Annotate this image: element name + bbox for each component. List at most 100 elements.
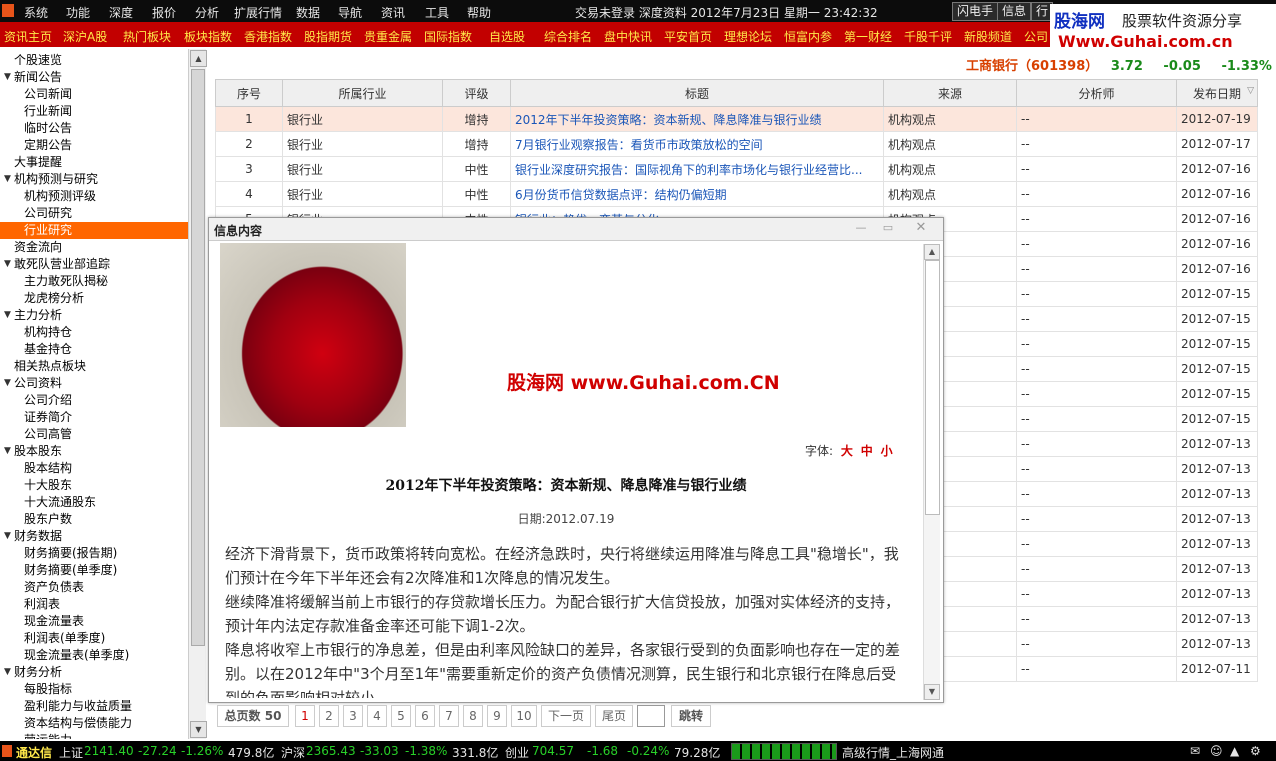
col-title[interactable]: 标题 bbox=[510, 79, 884, 107]
sidebar-item[interactable]: 股本结构 bbox=[0, 460, 188, 477]
expand-toggle-icon[interactable]: ▼ bbox=[4, 443, 11, 460]
sidebar-item[interactable]: 基金持仓 bbox=[0, 341, 188, 358]
nav-company[interactable]: 公司 bbox=[1024, 28, 1048, 45]
nav-a-shares[interactable]: 深沪A股 bbox=[63, 28, 107, 45]
page-5-button[interactable]: 5 bbox=[391, 705, 411, 727]
page-7-button[interactable]: 7 bbox=[439, 705, 459, 727]
menu-extended-quotes[interactable]: 扩展行情 bbox=[234, 4, 282, 21]
sidebar-item[interactable]: 公司研究 bbox=[0, 205, 188, 222]
sidebar-item[interactable]: 现金流量表 bbox=[0, 613, 188, 630]
menu-navigate[interactable]: 导航 bbox=[338, 4, 362, 21]
close-icon[interactable]: ✕ bbox=[912, 221, 930, 235]
nav-ipo[interactable]: 新股频道 bbox=[964, 28, 1012, 45]
sidebar-item[interactable]: 资本结构与偿债能力 bbox=[0, 715, 188, 732]
sidebar-item[interactable]: ▼ 公司资料 bbox=[0, 375, 188, 392]
nav-news-home[interactable]: 资讯主页 bbox=[4, 28, 52, 45]
nav-forum[interactable]: 理想论坛 bbox=[724, 28, 772, 45]
page-3-button[interactable]: 3 bbox=[343, 705, 363, 727]
sidebar-item[interactable]: 机构持仓 bbox=[0, 324, 188, 341]
settings-icon[interactable]: ⚙ bbox=[1250, 744, 1261, 758]
page-2-button[interactable]: 2 bbox=[319, 705, 339, 727]
scroll-down-icon[interactable]: ▼ bbox=[924, 684, 940, 700]
sidebar-item[interactable]: 利润表(单季度) bbox=[0, 630, 188, 647]
table-row[interactable]: 4 银行业 中性 6月份货币信贷数据点评：结构仍偏短期 机构观点 -- 2012-07-16 bbox=[215, 181, 1258, 207]
sidebar-item[interactable]: 资金流向 bbox=[0, 239, 188, 256]
sidebar-item[interactable]: 公司新闻 bbox=[0, 86, 188, 103]
menu-function[interactable]: 功能 bbox=[66, 4, 90, 21]
popup-scrollbar[interactable]: ▲ ▼ bbox=[923, 244, 940, 700]
maximize-icon[interactable]: ▭ bbox=[879, 221, 897, 235]
sidebar-item[interactable]: 十大流通股东 bbox=[0, 494, 188, 511]
table-cell[interactable]: 6月份货币信贷数据点评：结构仍偏短期 bbox=[510, 181, 884, 207]
jump-page-input[interactable] bbox=[637, 705, 665, 727]
sidebar-item[interactable]: 相关热点板块 bbox=[0, 358, 188, 375]
scroll-thumb[interactable] bbox=[191, 69, 205, 646]
table-cell[interactable]: 7月银行业观察报告：看货币市政策放松的空间 bbox=[510, 131, 884, 157]
nav-intl-index[interactable]: 国际指数 bbox=[424, 28, 472, 45]
expand-toggle-icon[interactable]: ▼ bbox=[4, 256, 11, 273]
col-analyst[interactable]: 分析师 bbox=[1016, 79, 1177, 107]
scroll-up-icon[interactable]: ▲ bbox=[190, 50, 207, 67]
page-9-button[interactable]: 9 bbox=[487, 705, 507, 727]
sidebar-scrollbar[interactable]: ▲ ▼ bbox=[188, 49, 207, 739]
sidebar-item[interactable]: 公司介绍 bbox=[0, 392, 188, 409]
sidebar-item[interactable]: ▼ 财务数据 bbox=[0, 528, 188, 545]
expand-toggle-icon[interactable]: ▼ bbox=[4, 664, 11, 681]
sidebar-item[interactable]: 定期公告 bbox=[0, 137, 188, 154]
sidebar-item[interactable]: 盈利能力与收益质量 bbox=[0, 698, 188, 715]
sidebar-item[interactable]: 股东户数 bbox=[0, 511, 188, 528]
sidebar-item[interactable]: 现金流量表(单季度) bbox=[0, 647, 188, 664]
sidebar-item[interactable]: 机构预测评级 bbox=[0, 188, 188, 205]
sidebar-item[interactable]: ▼ 机构预测与研究 bbox=[0, 171, 188, 188]
nav-pingan[interactable]: 平安首页 bbox=[664, 28, 712, 45]
sidebar-item[interactable]: ▼ 敢死队营业部追踪 bbox=[0, 256, 188, 273]
col-date[interactable]: 发布日期 ▽ bbox=[1176, 79, 1258, 107]
col-industry[interactable]: 所属行业 bbox=[282, 79, 443, 107]
table-row[interactable]: 1 银行业 增持 2012年下半年投资策略：资本新规、降息降准与银行业绩 机构观点 -- 2… bbox=[215, 106, 1258, 132]
nav-sector-index[interactable]: 板块指数 bbox=[184, 28, 232, 45]
sidebar-item[interactable]: 每股指标 bbox=[0, 681, 188, 698]
font-large-button[interactable]: 大 bbox=[841, 444, 853, 458]
sidebar-item[interactable]: 个股速览 bbox=[0, 52, 188, 69]
menu-help[interactable]: 帮助 bbox=[467, 4, 491, 21]
menu-analysis[interactable]: 分析 bbox=[195, 4, 219, 21]
menu-data[interactable]: 数据 bbox=[296, 4, 320, 21]
nav-hk-index[interactable]: 香港指数 bbox=[244, 28, 292, 45]
last-page-button[interactable]: 尾页 bbox=[595, 705, 633, 727]
col-rating[interactable]: 评级 bbox=[442, 79, 511, 107]
sidebar-item[interactable]: 临时公告 bbox=[0, 120, 188, 137]
col-index[interactable]: 序号 bbox=[215, 79, 283, 107]
page-8-button[interactable]: 8 bbox=[463, 705, 483, 727]
nav-hengfu[interactable]: 恒富内参 bbox=[784, 28, 832, 45]
sidebar-item[interactable]: ▼ 主力分析 bbox=[0, 307, 188, 324]
expand-toggle-icon[interactable]: ▼ bbox=[4, 375, 11, 392]
server-status[interactable]: 高级行情_上海网通 bbox=[842, 744, 944, 761]
sidebar-item[interactable]: ▼ 股本股东 bbox=[0, 443, 188, 460]
mail-icon[interactable]: ✉ bbox=[1190, 744, 1200, 758]
sidebar-item[interactable]: 龙虎榜分析 bbox=[0, 290, 188, 307]
info-button[interactable]: 信息 bbox=[997, 2, 1032, 21]
page-1-button[interactable]: 1 bbox=[295, 705, 315, 727]
sidebar-item[interactable]: 行业研究 bbox=[0, 222, 188, 239]
table-cell[interactable]: 银行业深度研究报告：国际视角下的利率市场化与银行业经营比... bbox=[510, 156, 884, 182]
menu-system[interactable]: 系统 bbox=[24, 4, 48, 21]
table-cell[interactable]: 2012年下半年投资策略：资本新规、降息降准与银行业绩 bbox=[510, 106, 884, 132]
nav-index-futures[interactable]: 股指期货 bbox=[304, 28, 352, 45]
nav-first-finance[interactable]: 第一财经 bbox=[844, 28, 892, 45]
sidebar-item[interactable]: 大事提醒 bbox=[0, 154, 188, 171]
flash-trade-button[interactable]: 闪电手 bbox=[952, 2, 999, 21]
menu-news[interactable]: 资讯 bbox=[381, 4, 405, 21]
nav-watchlist[interactable]: 自选股 bbox=[489, 28, 525, 45]
sidebar-item[interactable]: 营运能力 bbox=[0, 732, 188, 739]
col-source[interactable]: 来源 bbox=[883, 79, 1017, 107]
sidebar-item[interactable]: 财务摘要(报告期) bbox=[0, 545, 188, 562]
sidebar-item[interactable]: 财务摘要(单季度) bbox=[0, 562, 188, 579]
nav-precious-metals[interactable]: 贵重金属 bbox=[364, 28, 412, 45]
menu-depth[interactable]: 深度 bbox=[109, 4, 133, 21]
sidebar-item[interactable]: ▼ 新闻公告 bbox=[0, 69, 188, 86]
user-icon[interactable]: ☺ bbox=[1210, 744, 1223, 758]
sidebar-item[interactable]: 证券简介 bbox=[0, 409, 188, 426]
sidebar-item[interactable]: ▼ 财务分析 bbox=[0, 664, 188, 681]
sidebar-item[interactable]: 利润表 bbox=[0, 596, 188, 613]
nav-flash-news[interactable]: 盘中快讯 bbox=[604, 28, 652, 45]
